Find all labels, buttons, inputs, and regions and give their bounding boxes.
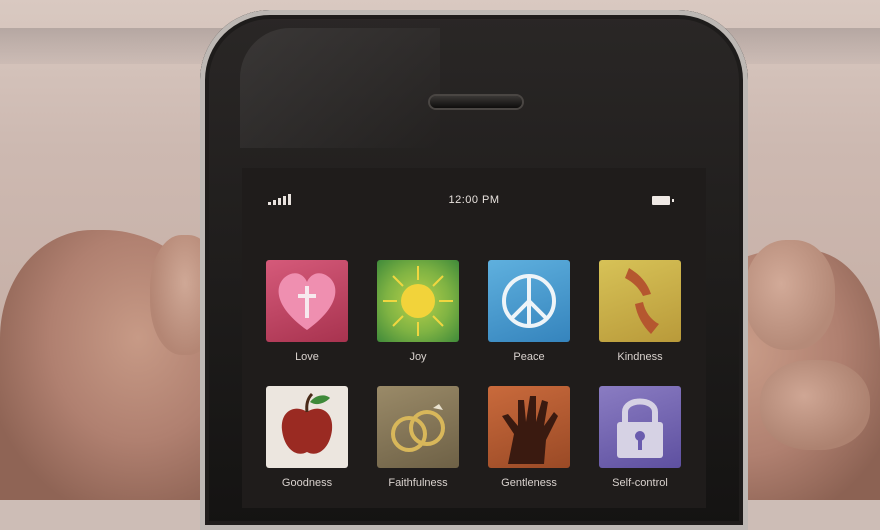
padlock-icon [599, 386, 681, 468]
app-goodness[interactable]: Goodness [264, 386, 350, 489]
rings-icon [377, 386, 459, 468]
app-label: Goodness [281, 477, 333, 489]
app-peace[interactable]: Peace [486, 260, 572, 363]
app-label: Faithfulness [388, 477, 448, 489]
phone-glare [240, 28, 440, 148]
app-gentleness[interactable]: Gentleness [486, 386, 572, 489]
right-finger-lower [760, 360, 870, 450]
hands-icon [599, 260, 681, 342]
peace-sign-icon [488, 260, 570, 342]
app-label: Peace [513, 351, 545, 363]
apple-icon [266, 386, 348, 468]
app-label: Kindness [617, 351, 663, 363]
app-label: Self-control [612, 477, 668, 489]
battery-icon [652, 196, 674, 205]
sun-icon [377, 260, 459, 342]
app-label: Gentleness [501, 477, 557, 489]
app-love[interactable]: Love [264, 260, 350, 363]
app-label: Joy [409, 351, 427, 363]
app-joy[interactable]: Joy [375, 260, 461, 363]
app-self-control[interactable]: Self-control [597, 386, 683, 489]
right-finger [745, 240, 835, 350]
app-label: Love [295, 351, 319, 363]
earpiece-speaker [430, 96, 522, 108]
status-time: 12:00 PM [448, 194, 500, 206]
hand-icon [488, 386, 570, 468]
phone-device: 12:00 PM Love Joy Peace Kindness Goodnes… [200, 10, 748, 530]
phone-screen[interactable]: 12:00 PM Love Joy Peace Kindness Goodnes… [242, 168, 706, 508]
status-bar: 12:00 PM [242, 188, 706, 212]
app-kindness[interactable]: Kindness [597, 260, 683, 363]
app-faithfulness[interactable]: Faithfulness [375, 386, 461, 489]
heart-cross-icon [266, 260, 348, 342]
